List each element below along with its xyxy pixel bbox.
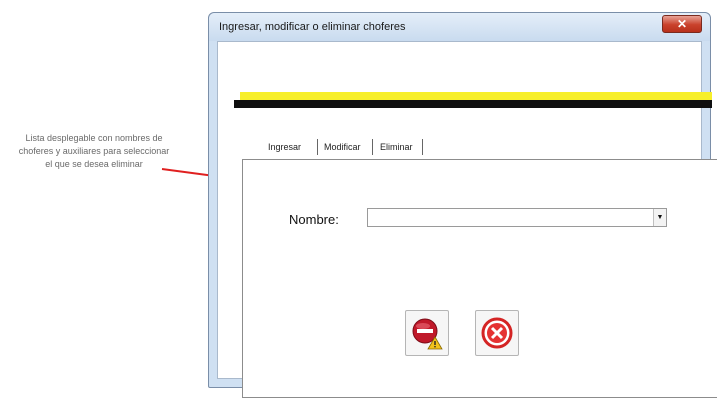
close-button[interactable]: ✕ <box>662 15 702 33</box>
tab-page-eliminar: Nombre: ▼ <box>242 159 717 398</box>
tab-divider <box>422 139 423 155</box>
dialog-body: Ingresar Modificar Eliminar Nombre: ▼ <box>217 41 717 398</box>
black-banner-stripe <box>234 100 712 108</box>
cancel-button[interactable] <box>475 310 519 356</box>
title-bar: Ingresar, modificar o eliminar choferes … <box>209 13 710 41</box>
annotation-text: Lista desplegable con nombres de chofere… <box>18 133 170 169</box>
window-title: Ingresar, modificar o eliminar choferes <box>219 21 406 33</box>
yellow-banner-stripe <box>240 92 712 100</box>
name-dropdown[interactable]: ▼ <box>367 208 667 227</box>
tab-ingresar[interactable]: Ingresar <box>264 137 305 157</box>
tab-modificar[interactable]: Modificar <box>320 137 365 157</box>
delete-button[interactable] <box>405 310 449 356</box>
chevron-down-icon[interactable]: ▼ <box>653 209 666 226</box>
name-label: Nombre: <box>289 212 339 227</box>
tab-divider <box>372 139 373 155</box>
dialog-window: Ingresar, modificar o eliminar choferes … <box>208 12 717 398</box>
tab-divider <box>317 139 318 155</box>
tab-eliminar[interactable]: Eliminar <box>376 137 417 157</box>
close-icon: ✕ <box>676 17 688 31</box>
cancel-icon <box>481 317 513 349</box>
delete-user-icon <box>412 318 443 350</box>
